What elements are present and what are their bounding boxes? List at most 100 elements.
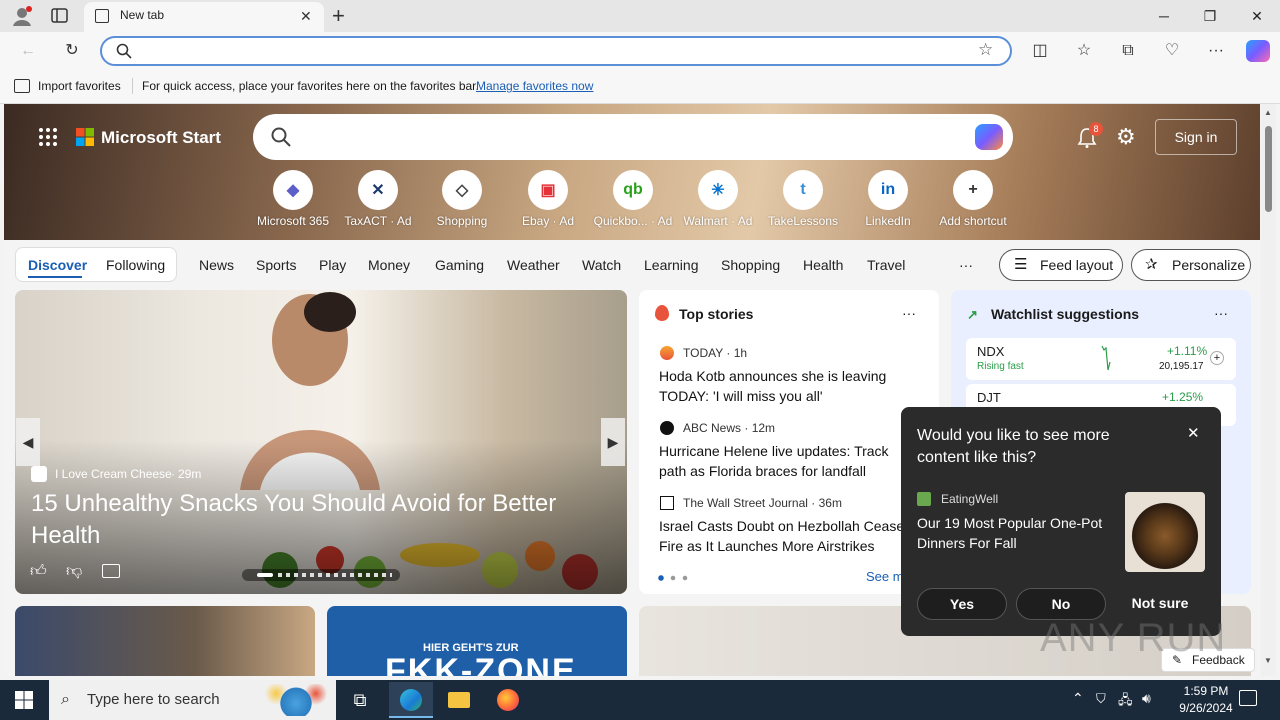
- brand-name[interactable]: Microsoft Start: [101, 128, 221, 148]
- popup-yes-button[interactable]: Yes: [917, 588, 1007, 620]
- popup-thumbnail[interactable]: [1125, 492, 1205, 572]
- watchlist-more-icon[interactable]: ···: [1214, 305, 1228, 321]
- nav-item-news[interactable]: News: [199, 257, 234, 273]
- tab-actions-icon[interactable]: [50, 7, 70, 25]
- shortcut-tile[interactable]: in LinkedIn: [848, 170, 928, 228]
- sign-in-button[interactable]: Sign in: [1155, 119, 1237, 155]
- comment-icon[interactable]: [102, 564, 120, 578]
- nav-item-watch[interactable]: Watch: [582, 257, 621, 273]
- new-tab-button[interactable]: +: [332, 3, 345, 29]
- copilot-icon[interactable]: [1246, 40, 1270, 62]
- nav-item-sports[interactable]: Sports: [256, 257, 296, 273]
- hero-title[interactable]: 15 Unhealthy Snacks You Should Avoid for…: [31, 488, 591, 552]
- clock-time[interactable]: 1:59 PM: [1174, 684, 1238, 698]
- tab-following[interactable]: Following: [106, 257, 165, 273]
- refresh-icon[interactable]: ↻: [60, 40, 84, 62]
- close-window-icon[interactable]: ✕: [1245, 6, 1269, 26]
- settings-gear-icon[interactable]: ⚙: [1116, 124, 1136, 150]
- popup-question: Would you like to see more content like …: [917, 427, 1110, 466]
- nav-item-play[interactable]: Play: [319, 257, 346, 273]
- collections-icon[interactable]: ⧉: [1116, 40, 1140, 62]
- story-headline[interactable]: Israel Casts Doubt on Hezbollah Cease-Fi…: [659, 516, 919, 556]
- import-favorites-button[interactable]: Import favorites: [38, 79, 121, 93]
- tray-volume-icon[interactable]: 🔊︎: [1142, 690, 1151, 707]
- nav-item-money[interactable]: Money: [368, 257, 410, 273]
- story-source: The Wall Street Journal · 36m: [683, 496, 842, 510]
- news-card-image-sign[interactable]: HIER GEHT'S ZUR FKK-ZONE: [327, 606, 627, 676]
- web-search-box[interactable]: [253, 114, 1013, 160]
- popup-headline[interactable]: Our 19 Most Popular One-Pot Dinners For …: [917, 513, 1117, 553]
- shortcut-tile[interactable]: + Add shortcut: [933, 170, 1013, 228]
- walmart-icon: ✳: [698, 170, 738, 210]
- maximize-icon[interactable]: ❐: [1198, 6, 1222, 26]
- more-menu-icon[interactable]: ···: [1204, 40, 1228, 62]
- shortcut-tile[interactable]: t TakeLessons: [763, 170, 843, 228]
- nav-item-learning[interactable]: Learning: [644, 257, 699, 273]
- carousel-prev-icon[interactable]: ◀: [16, 418, 40, 466]
- address-bar[interactable]: ☆: [100, 36, 1012, 66]
- popup-close-icon[interactable]: ✕: [1187, 424, 1200, 442]
- nav-item-health[interactable]: Health: [803, 257, 843, 273]
- firefox-icon[interactable]: [486, 682, 530, 718]
- shortcut-tile[interactable]: ◆ Microsoft 365: [253, 170, 333, 228]
- carousel-dots[interactable]: [242, 569, 400, 581]
- tab-discover[interactable]: Discover: [28, 257, 87, 273]
- minimize-icon[interactable]: ─: [1152, 6, 1176, 26]
- popup-source-icon: [917, 492, 931, 506]
- carousel-next-icon[interactable]: ▶: [601, 418, 625, 466]
- manage-favorites-link[interactable]: Manage favorites now: [476, 79, 593, 93]
- notification-center-icon[interactable]: [1239, 690, 1257, 706]
- story-headline[interactable]: Hurricane Helene live updates: Track pat…: [659, 441, 919, 481]
- favorite-star-icon[interactable]: ☆: [978, 40, 993, 60]
- popup-not-sure-button[interactable]: Not sure: [1115, 595, 1205, 611]
- top-stories-more-icon[interactable]: ···: [902, 305, 916, 321]
- profile-icon[interactable]: [10, 4, 34, 28]
- top-stories-title[interactable]: Top stories: [679, 306, 753, 322]
- watchlist-title[interactable]: Watchlist suggestions: [991, 306, 1139, 322]
- shortcut-tile[interactable]: ✳ Walmart · Ad: [678, 170, 758, 228]
- page-scrollbar[interactable]: ▲ ▼: [1261, 104, 1276, 676]
- browser-essentials-icon[interactable]: ♡: [1160, 40, 1184, 62]
- top-stories-page-dots[interactable]: [658, 575, 688, 581]
- taskbar-search[interactable]: ⌕ Type here to search: [49, 680, 336, 720]
- copilot-search-icon[interactable]: [975, 124, 1003, 150]
- clock-date[interactable]: 9/26/2024: [1174, 701, 1238, 715]
- scroll-down-icon[interactable]: ▼: [1264, 656, 1272, 665]
- apps-launcher-icon[interactable]: [38, 127, 58, 150]
- dislike-icon[interactable]: 👎︎: [66, 562, 82, 581]
- story-source: TODAY · 1h: [683, 346, 748, 360]
- nav-item-weather[interactable]: Weather: [507, 257, 560, 273]
- scroll-up-icon[interactable]: ▲: [1264, 108, 1272, 117]
- start-windows-icon[interactable]: [15, 691, 33, 712]
- task-view-icon[interactable]: ⧉: [338, 682, 382, 718]
- add-to-watchlist-icon[interactable]: +: [1210, 351, 1224, 365]
- edge-taskbar-icon[interactable]: [389, 682, 433, 718]
- address-input[interactable]: [138, 41, 958, 61]
- file-explorer-icon[interactable]: [437, 682, 481, 718]
- story-source-icon-today: [660, 346, 674, 360]
- story-headline[interactable]: Hoda Kotb announces she is leaving TODAY…: [659, 366, 919, 406]
- tab-page-icon: [95, 9, 109, 23]
- tray-network-icon[interactable]: 🖧︎: [1118, 691, 1133, 713]
- shortcut-tile[interactable]: ✕ TaxACT · Ad: [338, 170, 418, 228]
- tray-chevron-icon[interactable]: ⌃: [1072, 690, 1084, 707]
- news-card-image-crowd[interactable]: [15, 606, 315, 676]
- shortcut-tile[interactable]: ◇ Shopping: [422, 170, 502, 228]
- split-screen-icon[interactable]: ◫: [1028, 40, 1052, 62]
- nav-more-icon[interactable]: ···: [959, 257, 973, 273]
- search-icon: [116, 43, 132, 62]
- feed-layout-button[interactable]: ☰ Feed layout: [999, 249, 1123, 281]
- nav-item-shopping[interactable]: Shopping: [721, 257, 780, 273]
- nav-item-travel[interactable]: Travel: [867, 257, 905, 273]
- favorites-icon[interactable]: ☆: [1072, 40, 1096, 62]
- nav-item-gaming[interactable]: Gaming: [435, 257, 484, 273]
- shortcut-tile[interactable]: ▣ Ebay · Ad: [508, 170, 588, 228]
- shortcut-tile[interactable]: qb Quickbo... · Ad: [593, 170, 673, 228]
- close-tab-icon[interactable]: ✕: [300, 8, 312, 25]
- like-icon[interactable]: 👍︎: [30, 562, 47, 581]
- personalize-button[interactable]: ✰ Personalize: [1131, 249, 1251, 281]
- back-icon[interactable]: ←: [16, 40, 40, 62]
- scroll-thumb[interactable]: [1265, 126, 1272, 212]
- shopping-tag-icon: ◇: [442, 170, 482, 210]
- tray-security-icon[interactable]: ⛉: [1096, 691, 1106, 707]
